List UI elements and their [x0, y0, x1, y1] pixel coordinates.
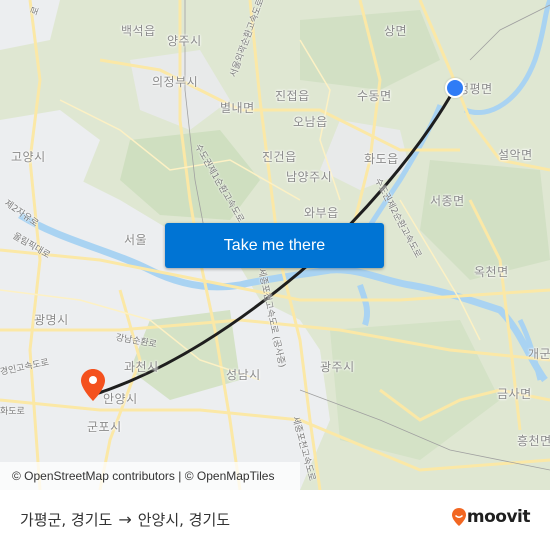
place-label: 안양시	[103, 392, 138, 406]
place-label: 금사면	[497, 387, 532, 401]
moovit-wordmark: moovit	[466, 507, 531, 527]
footer: 가평군, 경기도 → 안양시, 경기도 moovit	[0, 490, 550, 550]
place-label: 설악면	[498, 148, 533, 162]
place-label: 과천시	[124, 360, 159, 374]
place-label: 백석읍	[121, 24, 156, 38]
place-label: 진건읍	[262, 150, 297, 164]
map-attribution[interactable]: © OpenStreetMap contributors | © OpenMap…	[0, 462, 300, 490]
place-label: 광명시	[34, 313, 69, 327]
place-label: 화도읍	[364, 152, 399, 166]
moovit-logo[interactable]: moovit	[451, 507, 531, 527]
arrow-right-icon: →	[118, 510, 132, 529]
map-view[interactable]: 백석읍 양주시 상면 의정부시 진접읍 수동면 청평면 별내면 오남읍 고양시 …	[0, 0, 550, 490]
place-label: 광주시	[320, 360, 355, 374]
destination-pin-icon[interactable]	[80, 368, 106, 402]
place-label: 남양주시	[286, 170, 333, 184]
place-label: 서종면	[430, 194, 465, 208]
place-label: 진접읍	[275, 89, 310, 103]
place-label: 성남시	[226, 368, 261, 382]
place-label: 개군	[528, 347, 550, 361]
route-title: 가평군, 경기도 → 안양시, 경기도	[20, 509, 230, 530]
place-label: 군포시	[87, 420, 122, 434]
place-label: 의정부시	[152, 75, 199, 89]
place-label: 흥천면	[517, 434, 550, 448]
moovit-pin-icon	[451, 508, 466, 526]
place-label: 서울	[124, 233, 148, 247]
place-label: 상면	[384, 24, 408, 38]
place-label: 수동면	[357, 89, 392, 103]
place-label: 옥천면	[474, 265, 509, 279]
destination-name: 안양시, 경기도	[137, 511, 231, 529]
place-label: 오남읍	[293, 115, 328, 129]
attribution-text[interactable]: © OpenStreetMap contributors | © OpenMap…	[12, 469, 274, 483]
place-label: 와부읍	[304, 206, 339, 220]
origin-marker[interactable]	[445, 78, 465, 98]
place-label: 별내면	[220, 101, 255, 115]
place-label: 양주시	[167, 34, 202, 48]
take-me-there-button[interactable]: Take me there	[165, 223, 384, 268]
origin-name: 가평군, 경기도	[20, 511, 113, 529]
road-label: 화도로	[0, 407, 25, 417]
place-label: 고양시	[11, 150, 46, 164]
